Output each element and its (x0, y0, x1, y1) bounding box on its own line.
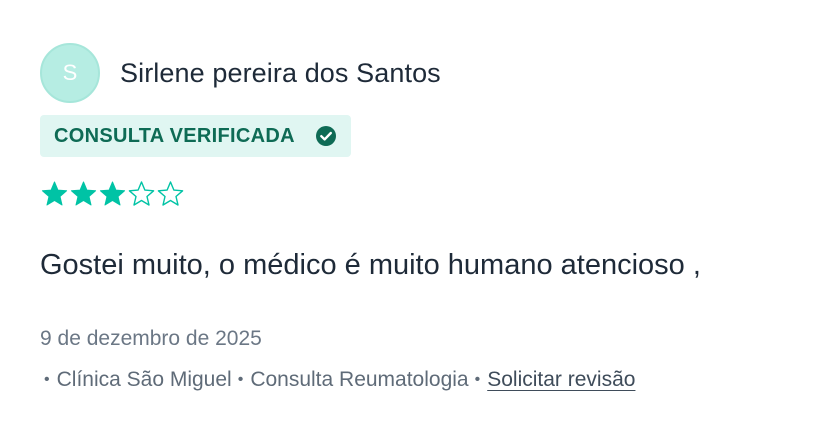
avatar: S (40, 43, 100, 103)
star-filled-icon (69, 180, 98, 208)
review-meta: • Clínica São Miguel • Consulta Reumatol… (40, 368, 800, 392)
bullet-separator: • (44, 371, 50, 388)
star-filled-icon (98, 180, 127, 208)
check-circle-icon (315, 125, 337, 147)
author-name: Sirlene pereira dos Santos (120, 57, 441, 88)
star-rating (40, 179, 800, 209)
verified-badge: CONSULTA VERIFICADA (40, 115, 351, 157)
bullet-separator: • (237, 371, 244, 388)
star-outline-icon (127, 180, 156, 208)
review-card: S Sirlene pereira dos Santos CONSULTA VE… (40, 43, 800, 392)
review-date: 9 de dezembro de 2025 (40, 327, 262, 350)
star-filled-icon (40, 180, 69, 208)
avatar-initial: S (62, 60, 78, 85)
clinic-name: Clínica São Miguel (56, 368, 232, 391)
review-comment: Gostei muito, o médico é muito humano at… (40, 249, 701, 281)
request-review-link[interactable]: Solicitar revisão (487, 368, 635, 392)
star-outline-icon (156, 180, 185, 208)
verified-badge-label: CONSULTA VERIFICADA (54, 124, 295, 147)
consultation-type: Consulta Reumatologia (250, 368, 469, 391)
review-header: S Sirlene pereira dos Santos (40, 43, 800, 103)
bullet-separator: • (474, 371, 481, 388)
